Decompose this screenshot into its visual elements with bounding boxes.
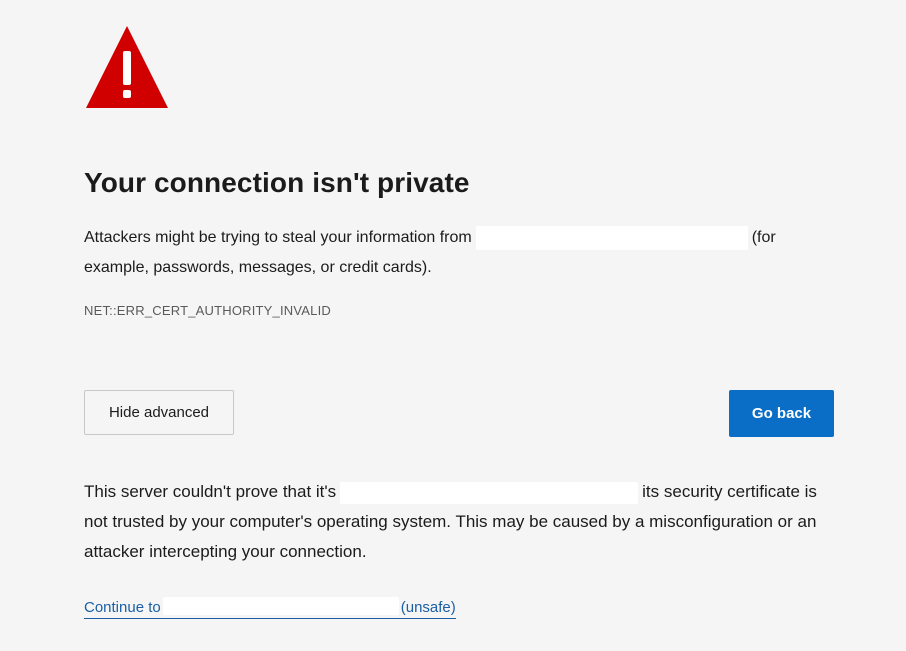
continue-unsafe-link[interactable]: Continue to (unsafe): [84, 597, 456, 619]
details-text-start: This server couldn't prove that it's: [84, 482, 337, 501]
hide-advanced-button[interactable]: Hide advanced: [84, 390, 234, 435]
warning-triangle-icon: [86, 26, 168, 108]
error-code: NET::ERR_CERT_AUTHORITY_INVALID: [84, 303, 331, 318]
page-title: Your connection isn't private: [84, 167, 470, 198]
redacted-link-hostname: [162, 597, 399, 615]
continue-link-text-end: (unsafe): [400, 599, 456, 616]
security-interstitial-page: Your connection isn't private Attackers …: [0, 0, 906, 651]
advanced-details-text: This server couldn't prove that it's its …: [84, 477, 824, 567]
continue-link-text-start: Continue to: [84, 599, 161, 616]
redacted-server-name: [340, 481, 639, 504]
warning-description: Attackers might be trying to steal your …: [84, 223, 844, 283]
go-back-button[interactable]: Go back: [729, 390, 834, 437]
redacted-hostname: [475, 225, 748, 250]
description-text-start: Attackers might be trying to steal your …: [84, 229, 472, 246]
